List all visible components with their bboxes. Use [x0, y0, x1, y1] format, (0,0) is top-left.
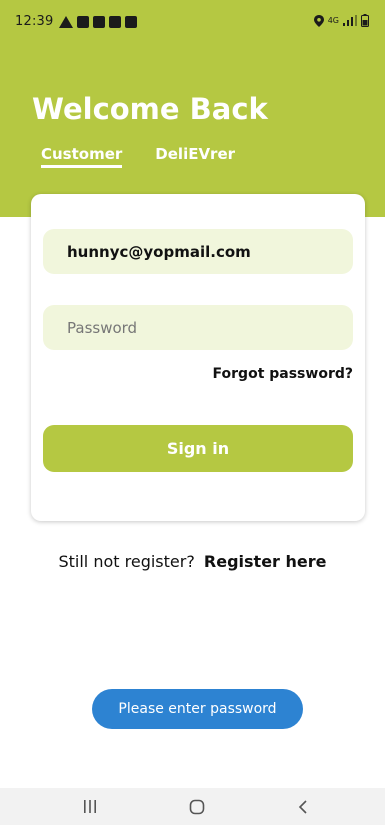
- tab-deliverer[interactable]: DeliEVrer: [155, 145, 235, 168]
- home-button[interactable]: [167, 788, 227, 825]
- home-icon: [189, 799, 205, 814]
- back-button[interactable]: [273, 788, 333, 825]
- page-title: Welcome Back: [32, 92, 268, 126]
- recents-icon: [84, 800, 96, 813]
- signal-icon: [343, 15, 357, 26]
- sign-in-button[interactable]: Sign in: [43, 425, 353, 472]
- wifi-icon: [125, 15, 138, 28]
- battery-icon: [361, 14, 369, 27]
- forgot-password-link[interactable]: Forgot password?: [213, 366, 353, 382]
- user-type-tabs: Customer DeliEVrer: [41, 145, 235, 168]
- login-card: hunnyc@yopmail.com Password Forgot passw…: [31, 194, 365, 521]
- register-prompt-text: Still not register?: [58, 552, 195, 571]
- toast-message: Please enter password: [92, 689, 303, 729]
- status-time: 12:39: [15, 14, 54, 29]
- location-icon: [313, 14, 324, 27]
- check-icon: [93, 15, 106, 28]
- register-prompt: Still not register? Register here: [0, 552, 385, 571]
- warning-icon: [59, 15, 74, 28]
- status-right: 4G: [313, 14, 369, 27]
- recents-button[interactable]: [60, 788, 120, 825]
- email-field[interactable]: hunnyc@yopmail.com: [43, 229, 353, 274]
- back-icon: [298, 799, 307, 814]
- register-link[interactable]: Register here: [204, 552, 327, 571]
- notification-icon: [77, 15, 90, 28]
- password-field[interactable]: Password: [43, 305, 353, 350]
- network-label: 4G: [327, 16, 339, 25]
- tab-customer[interactable]: Customer: [41, 145, 123, 168]
- status-notification-icons: [59, 15, 138, 28]
- status-bar: 12:39 4G: [0, 0, 385, 46]
- image-icon: [109, 15, 122, 28]
- system-navigation-bar: [0, 788, 385, 825]
- status-left: 12:39: [15, 14, 138, 29]
